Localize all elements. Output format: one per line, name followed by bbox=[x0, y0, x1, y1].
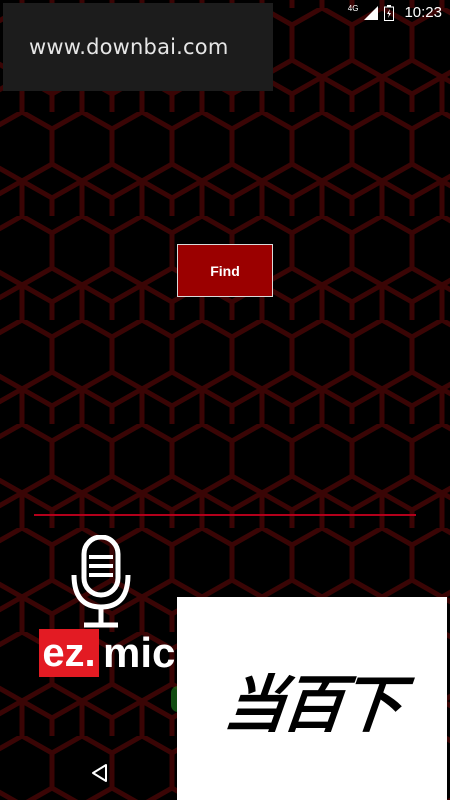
find-button[interactable]: Find bbox=[177, 244, 273, 297]
logo-ez-text: ez. bbox=[42, 631, 96, 675]
network-type: 4G bbox=[347, 4, 359, 13]
back-icon[interactable] bbox=[90, 763, 108, 783]
battery-icon bbox=[384, 4, 395, 21]
watermark-banner-bottom: 当百下 bbox=[177, 597, 447, 800]
watermark-logo-text: 当百下 bbox=[220, 667, 403, 741]
logo-ez-box: ez. bbox=[39, 629, 99, 677]
signal-icon bbox=[364, 5, 379, 20]
logo-mic-text: mic bbox=[103, 629, 176, 676]
watermark-url: www.downbai.com bbox=[29, 35, 229, 59]
app-logo: ez. mic bbox=[39, 628, 175, 678]
clock: 10:23 bbox=[404, 4, 442, 21]
divider-line bbox=[34, 514, 416, 516]
watermark-banner-top: www.downbai.com bbox=[3, 3, 273, 91]
microphone-icon bbox=[71, 535, 131, 628]
